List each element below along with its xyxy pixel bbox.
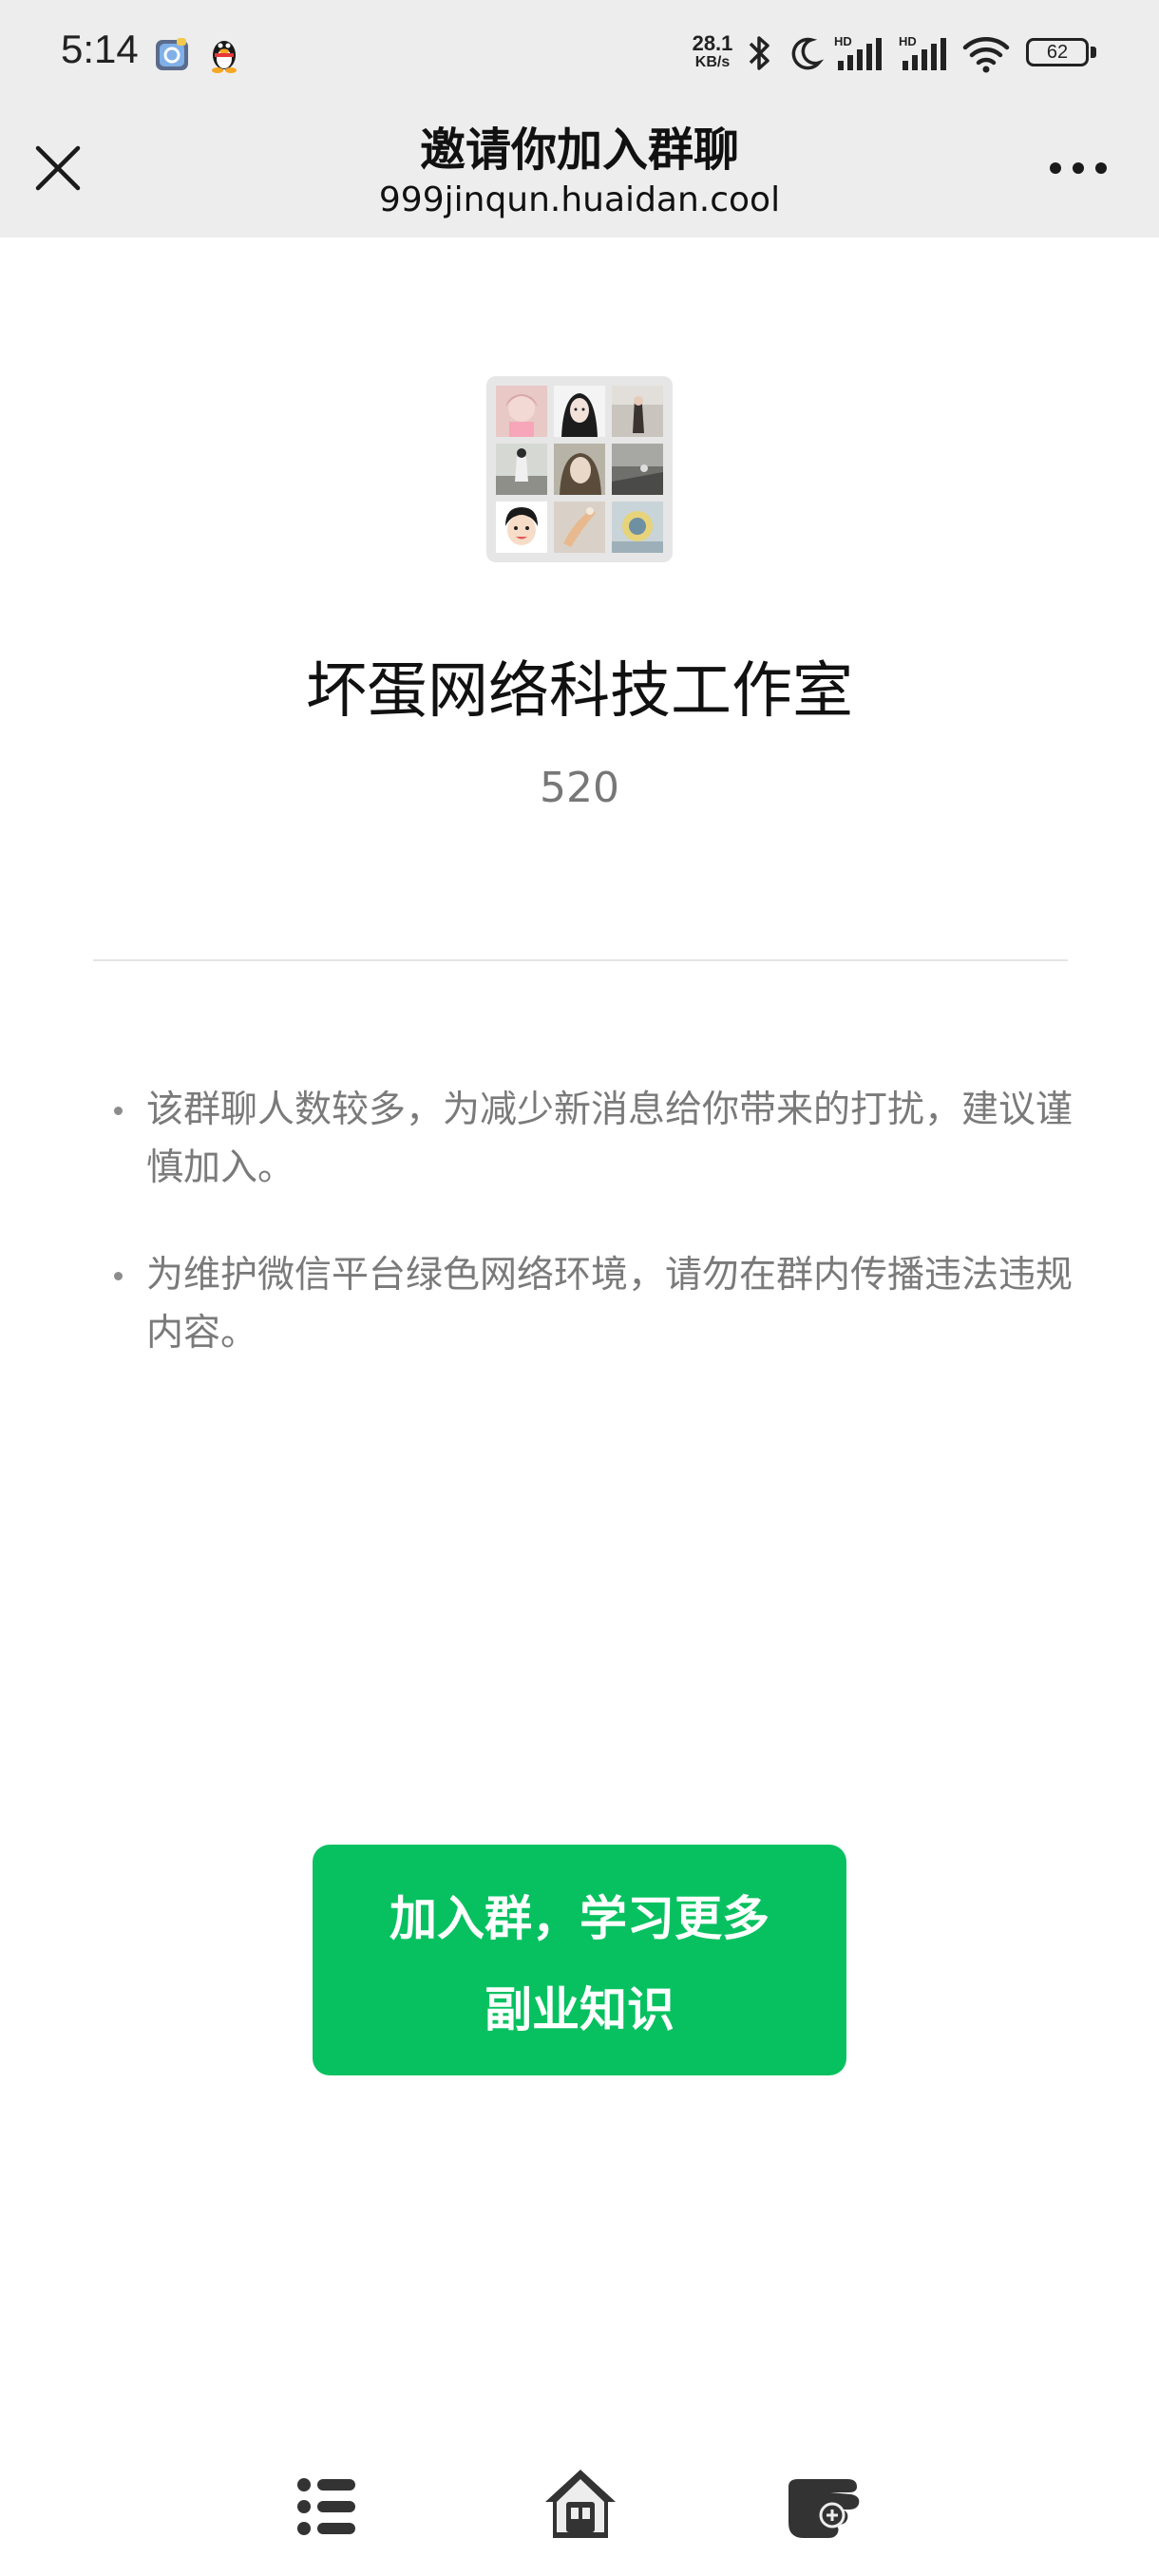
svg-text:HD: HD (899, 34, 917, 48)
member-avatar (612, 386, 663, 437)
app-icon (156, 38, 188, 70)
close-icon (35, 145, 81, 191)
wifi-icon (962, 37, 1010, 73)
bullet-dot (114, 1272, 123, 1280)
member-avatar (612, 502, 663, 553)
bluetooth-icon (749, 36, 770, 70)
moon-icon (791, 37, 825, 70)
page-url: 999jinqun.huaidan.cool (378, 180, 781, 219)
status-time: 5:14 (61, 27, 139, 71)
home-icon[interactable] (542, 2466, 619, 2542)
notice-item: 该群聊人数较多，为减少新消息给你带来的打扰，建议谨慎加入。 (114, 1081, 1073, 1204)
join-button-label-line1: 加入群，学习更多 (390, 1891, 770, 1946)
more-dots-icon (1050, 162, 1107, 174)
notice-text: 为维护微信平台绿色网络环境，请勿在群内传播违法违规内容。 (146, 1254, 1074, 1354)
qq-penguin-icon (212, 41, 237, 73)
battery-level: 62 (1026, 38, 1089, 66)
more-button[interactable] (1045, 142, 1112, 194)
member-avatar (554, 444, 605, 495)
svg-text:HD: HD (834, 34, 852, 48)
close-button[interactable] (28, 139, 87, 198)
member-avatar (496, 386, 547, 437)
net-speed-unit: KB/s (694, 54, 731, 70)
notice-text: 该群聊人数较多，为减少新消息给你带来的打扰，建议谨慎加入。 (146, 1089, 1074, 1189)
group-avatar (486, 376, 673, 562)
member-avatar (554, 502, 605, 553)
bullet-dot (114, 1107, 123, 1115)
member-avatar (496, 502, 547, 553)
battery-cap (1091, 47, 1096, 58)
hd-signal-icon: HD (834, 34, 882, 70)
hand-point-icon[interactable] (785, 2468, 868, 2540)
member-avatar (612, 444, 663, 495)
group-id: 520 (540, 764, 619, 812)
member-avatar (554, 386, 605, 437)
join-group-button[interactable]: 加入群，学习更多 副业知识 (313, 1845, 846, 2075)
net-speed: 28.1 KB/s (684, 31, 741, 76)
group-name: 坏蛋网络科技工作室 (306, 656, 853, 727)
list-icon[interactable] (296, 2473, 357, 2540)
notice-item: 为维护微信平台绿色网络环境，请勿在群内传播违法违规内容。 (114, 1246, 1073, 1370)
net-speed-value: 28.1 (692, 31, 733, 55)
page-title: 邀请你加入群聊 (419, 123, 739, 177)
battery-indicator: 62 (1026, 38, 1098, 70)
hd-signal-icon: HD (899, 34, 946, 70)
bottom-nav (0, 2451, 1159, 2576)
divider (93, 959, 1068, 961)
join-button-label-line2: 副业知识 (484, 1982, 674, 2037)
status-bar: 5:14 28.1 KB/s HD HD 62 (0, 0, 1159, 104)
member-avatar (496, 444, 547, 495)
